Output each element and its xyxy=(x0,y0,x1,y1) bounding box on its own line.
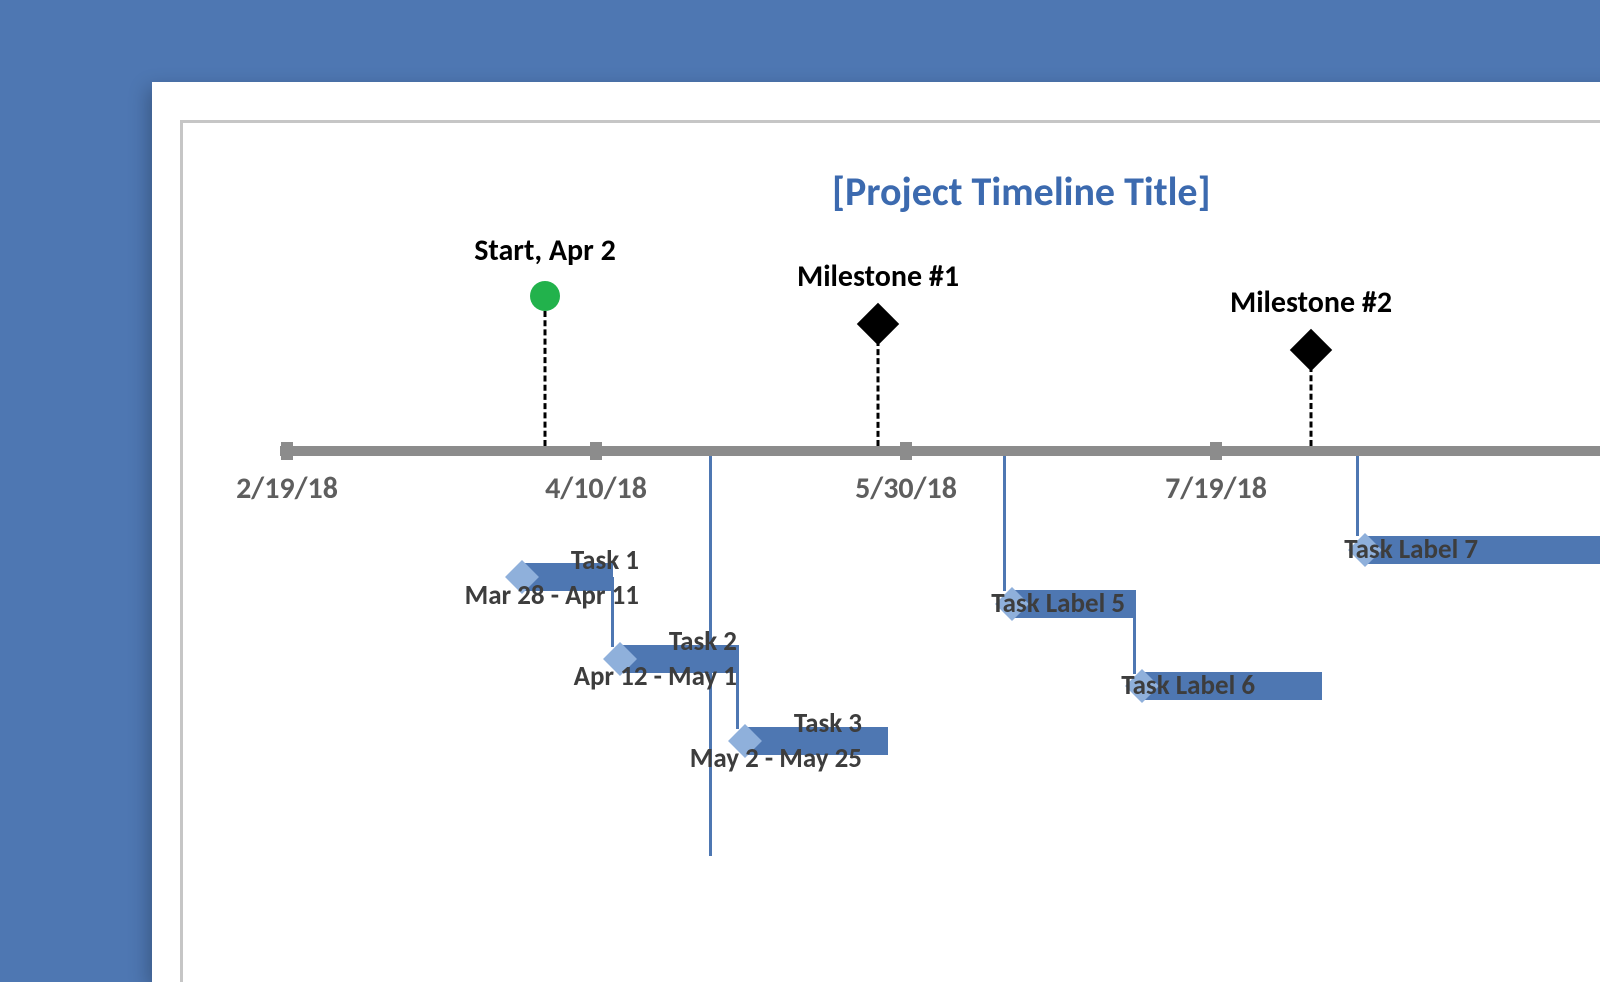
milestone-2-marker xyxy=(1290,329,1332,371)
milestone-start-connector xyxy=(544,311,547,446)
task-6-label: Task Label 6 xyxy=(1121,669,1255,702)
task-2-range: Apr 12 - May 1 xyxy=(574,660,737,693)
section-connector xyxy=(1003,456,1006,591)
axis-tick-label: 4/10/18 xyxy=(545,470,647,507)
axis-tick-label: 7/19/18 xyxy=(1165,470,1267,507)
task-1-range: Mar 28 - Apr 11 xyxy=(465,579,639,612)
milestone-1-marker xyxy=(857,303,899,345)
milestone-2-label: Milestone #2 xyxy=(1230,284,1392,321)
chart-title: [Project Timeline Title] xyxy=(832,167,1211,216)
axis-tick-label: 5/30/18 xyxy=(855,470,957,507)
axis-tick xyxy=(281,442,293,460)
axis-tick xyxy=(590,442,602,460)
milestone-1-connector xyxy=(877,340,880,446)
task-1-label: Task 1 xyxy=(571,544,639,577)
milestone-1-label: Milestone #1 xyxy=(797,258,959,295)
task-3-label: Task 3 xyxy=(794,707,862,740)
section-connector xyxy=(1356,456,1359,536)
milestone-start-label: Start, Apr 2 xyxy=(474,232,616,269)
document-sheet: [Project Timeline Title] Start, Apr 2 Mi… xyxy=(152,82,1600,982)
milestone-2-connector xyxy=(1310,366,1313,446)
task-5-connector xyxy=(1133,604,1136,674)
axis-tick-label: 2/19/18 xyxy=(236,470,338,507)
milestone-start-marker xyxy=(530,281,560,311)
timeline-axis xyxy=(280,446,1600,456)
task-2-label: Task 2 xyxy=(669,625,737,658)
axis-tick xyxy=(900,442,912,460)
task-7-label: Task Label 7 xyxy=(1344,533,1478,566)
task-5-label: Task Label 5 xyxy=(991,587,1125,620)
axis-tick xyxy=(1210,442,1222,460)
timeline-chart: [Project Timeline Title] Start, Apr 2 Mi… xyxy=(152,82,1600,982)
task-3-range: May 2 - May 25 xyxy=(690,742,862,775)
